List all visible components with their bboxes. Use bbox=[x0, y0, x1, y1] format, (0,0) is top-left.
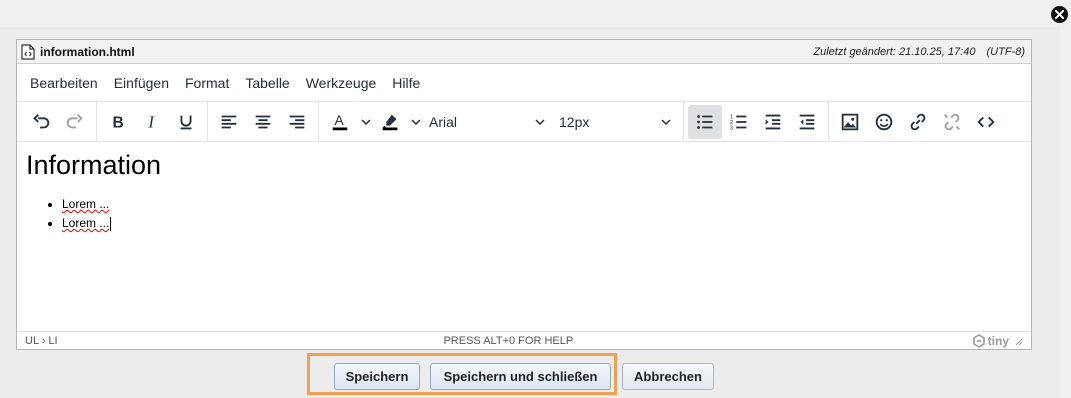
font-size-select[interactable]: 12px bbox=[553, 105, 679, 139]
numbered-list-button[interactable]: 123 bbox=[722, 105, 756, 139]
list-item-text: Lorem ... bbox=[62, 216, 110, 230]
save-button[interactable]: Speichern bbox=[334, 363, 420, 390]
italic-icon: I bbox=[147, 112, 155, 131]
font-family-select[interactable]: Arial bbox=[423, 105, 553, 139]
text-color-icon: A bbox=[332, 112, 348, 130]
menu-format[interactable]: Format bbox=[179, 75, 235, 91]
source-code-button[interactable] bbox=[969, 105, 1003, 139]
list-item-text: Lorem ... bbox=[62, 197, 110, 211]
insert-image-button[interactable] bbox=[833, 105, 867, 139]
align-center-button[interactable] bbox=[246, 105, 280, 139]
outdent-icon bbox=[799, 114, 815, 129]
color-font-group: A Arial 12px bbox=[319, 102, 684, 141]
editor-window: information.html Zuletzt geändert: 21.10… bbox=[16, 39, 1032, 350]
file-encoding: (UTF-8) bbox=[986, 45, 1026, 58]
align-center-icon bbox=[255, 115, 271, 128]
chevron-down-icon bbox=[661, 118, 671, 125]
font-size-value: 12px bbox=[559, 113, 590, 130]
content-heading: Information bbox=[26, 150, 162, 180]
undo-button[interactable] bbox=[24, 105, 58, 139]
save-and-close-button[interactable]: Speichern und schließen bbox=[430, 363, 611, 390]
editor-menubar: Bearbeiten Einfügen Format Tabelle Werkz… bbox=[17, 64, 1031, 102]
resize-handle-icon[interactable] bbox=[1013, 336, 1023, 346]
editor-toolbar: B I A Arial 12px 1 2 3 bbox=[17, 102, 1031, 142]
menu-bearbeiten[interactable]: Bearbeiten bbox=[24, 75, 104, 91]
align-group bbox=[208, 102, 319, 141]
html-file-icon bbox=[21, 43, 35, 60]
tiny-logo-icon bbox=[972, 333, 985, 348]
history-group bbox=[20, 102, 97, 141]
insert-link-button[interactable] bbox=[901, 105, 935, 139]
close-icon bbox=[1055, 10, 1064, 19]
list-group: 123 bbox=[684, 102, 829, 141]
emoji-icon bbox=[875, 113, 893, 130]
content-list: Lorem ... Lorem ... bbox=[26, 195, 1022, 233]
underline-button[interactable] bbox=[169, 105, 203, 139]
format-group: B I bbox=[97, 102, 208, 141]
indent-button[interactable] bbox=[756, 105, 790, 139]
bullet-list-button[interactable] bbox=[688, 104, 722, 139]
bold-icon: B bbox=[113, 114, 124, 131]
bold-button[interactable]: B bbox=[101, 105, 135, 139]
file-meta: Zuletzt geändert: 21.10.25, 17:40 (UTF-8… bbox=[805, 46, 1025, 58]
chevron-down-icon bbox=[535, 118, 545, 125]
undo-icon bbox=[33, 113, 50, 128]
text-color-button[interactable]: A bbox=[323, 105, 357, 139]
menu-hilfe[interactable]: Hilfe bbox=[386, 75, 426, 91]
font-family-value: Arial bbox=[429, 113, 458, 130]
editor-content[interactable]: Information Lorem ... Lorem ... bbox=[17, 142, 1031, 331]
menu-tabelle[interactable]: Tabelle bbox=[239, 75, 295, 91]
redo-button[interactable] bbox=[58, 105, 92, 139]
align-left-button[interactable] bbox=[212, 105, 246, 139]
unlink-icon bbox=[944, 113, 960, 130]
chevron-down-icon bbox=[361, 118, 371, 125]
brand-label: tiny bbox=[987, 333, 1009, 348]
svg-text:B: B bbox=[113, 114, 124, 131]
file-name: information.html bbox=[40, 44, 135, 59]
link-icon bbox=[910, 113, 926, 130]
editor-titlebar: information.html Zuletzt geändert: 21.10… bbox=[17, 40, 1031, 64]
outdent-button[interactable] bbox=[790, 105, 824, 139]
insert-group bbox=[829, 102, 1007, 141]
redo-icon bbox=[66, 113, 83, 128]
indent-icon bbox=[765, 114, 781, 129]
svg-text:A: A bbox=[335, 112, 345, 127]
svg-text:I: I bbox=[147, 112, 155, 131]
align-right-icon bbox=[289, 115, 305, 128]
image-icon bbox=[841, 113, 859, 130]
cancel-button[interactable]: Abbrechen bbox=[622, 363, 714, 390]
text-caret bbox=[110, 216, 112, 231]
help-hint: PRESS ALT+0 FOR HELP bbox=[443, 334, 574, 347]
align-right-button[interactable] bbox=[280, 105, 314, 139]
tiny-brand[interactable]: tiny bbox=[972, 334, 1009, 348]
list-item: Lorem ... bbox=[62, 214, 1022, 233]
menu-werkzeuge[interactable]: Werkzeuge bbox=[300, 75, 383, 91]
text-color-picker[interactable]: A bbox=[323, 105, 373, 139]
modified-date: Zuletzt geändert: 21.10.25, 17:40 bbox=[813, 45, 976, 58]
highlight-color-picker[interactable] bbox=[373, 105, 423, 139]
dialog-buttons: Speichern Speichern und schließen Abbrec… bbox=[0, 351, 1060, 398]
highlighter-icon bbox=[382, 114, 398, 130]
code-icon bbox=[977, 116, 995, 127]
insert-emoji-button[interactable] bbox=[867, 105, 901, 139]
highlight-color-button[interactable] bbox=[373, 105, 407, 139]
italic-button[interactable]: I bbox=[135, 105, 169, 139]
underline-icon bbox=[180, 115, 192, 129]
menu-einfuegen[interactable]: Einfügen bbox=[108, 75, 175, 91]
svg-text:3: 3 bbox=[730, 125, 733, 131]
unlink-button[interactable] bbox=[935, 105, 969, 139]
bullet-list-icon bbox=[697, 114, 713, 129]
chevron-down-icon bbox=[411, 118, 421, 125]
list-item: Lorem ... bbox=[62, 195, 1022, 214]
numbered-list-icon: 123 bbox=[730, 114, 747, 131]
align-left-icon bbox=[221, 115, 237, 128]
close-dialog-button[interactable] bbox=[1051, 6, 1068, 23]
element-path[interactable]: UL › LI bbox=[25, 335, 225, 347]
editor-statusbar: UL › LI PRESS ALT+0 FOR HELP tiny bbox=[17, 331, 1031, 349]
